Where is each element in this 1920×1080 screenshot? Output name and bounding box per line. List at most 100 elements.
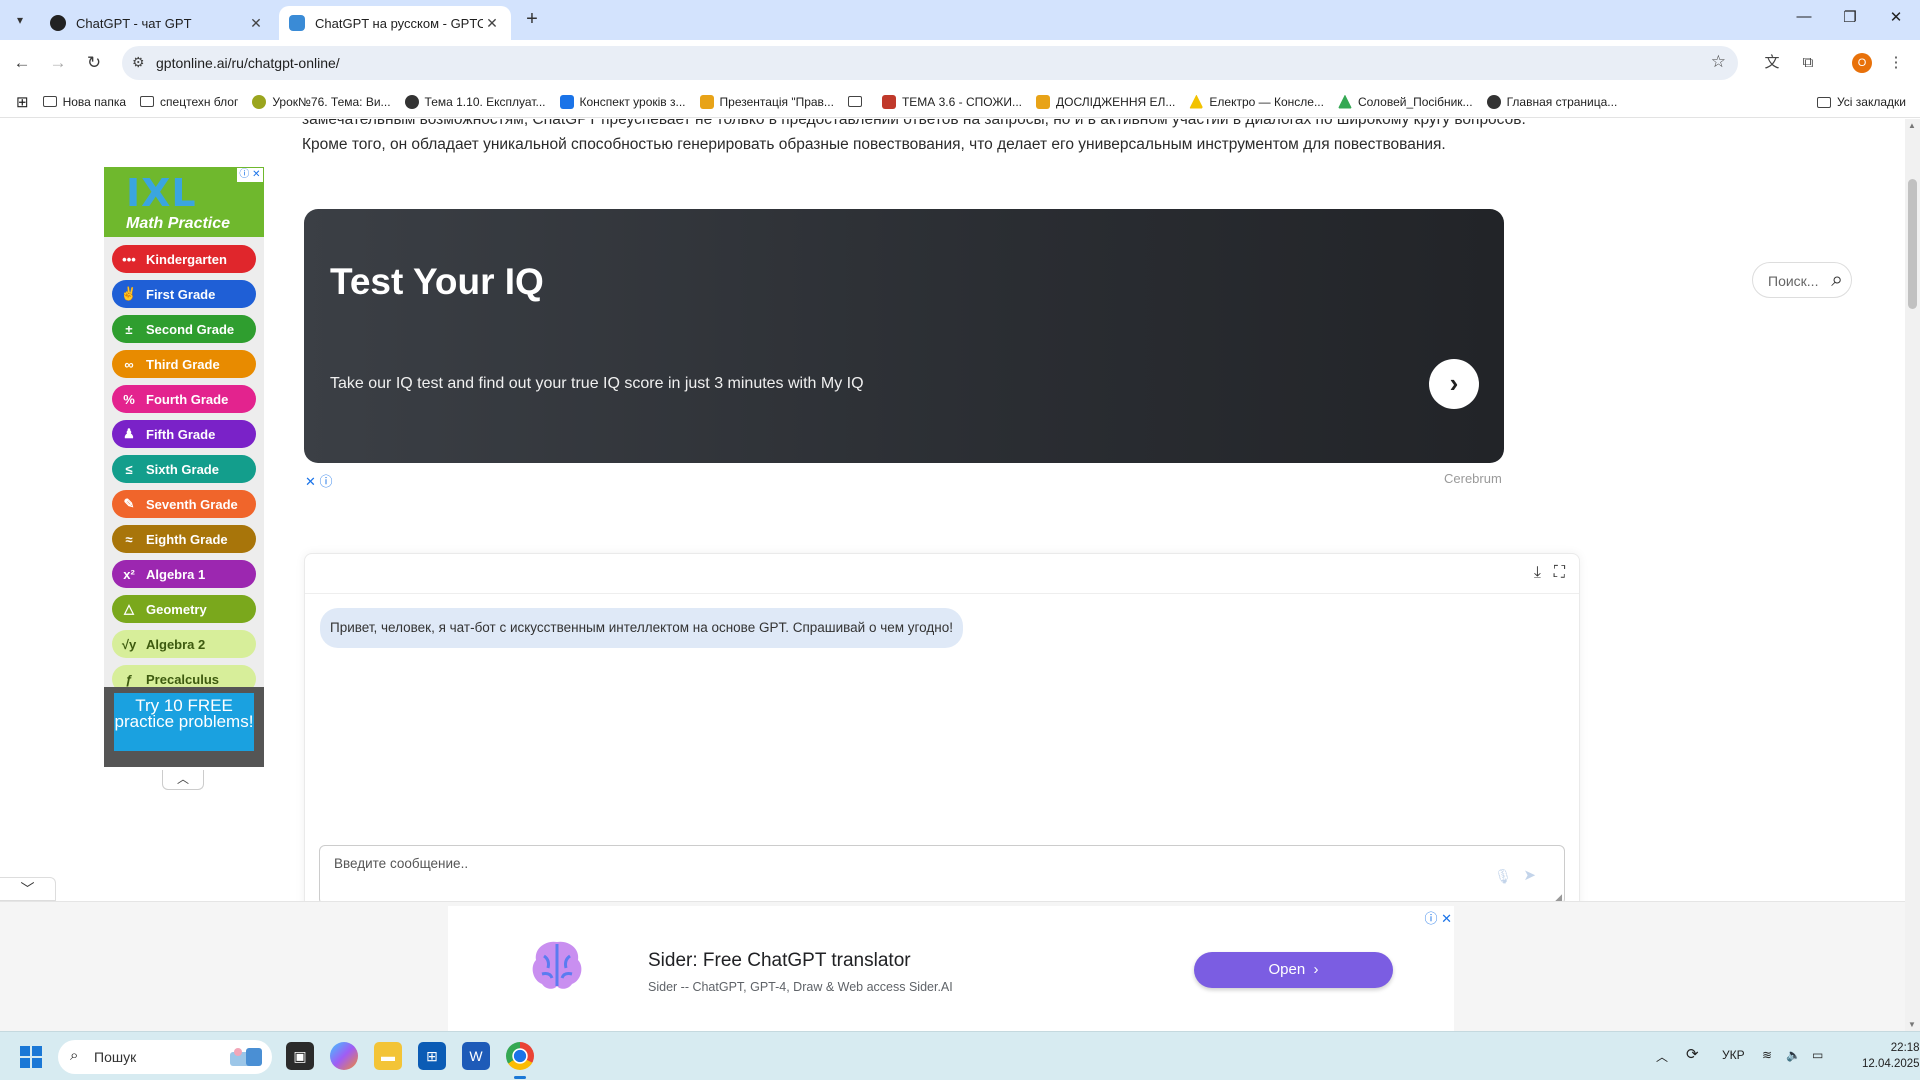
ixl-side-ad[interactable]: IXL Math Practice ⓘ ✕ ••• Kindergarten ✌ F… (104, 167, 264, 767)
less-equal-icon: ≤ (125, 461, 133, 477)
sider-ad[interactable]: Sider: Free ChatGPT translator Sider -- … (448, 906, 1454, 1031)
grade-eighth[interactable]: ≈ Eighth Grade (112, 525, 256, 553)
ad-sponsor[interactable]: Cerebrum (1444, 471, 1502, 486)
bookmark-item[interactable]: спецтехн блог (140, 95, 238, 109)
sync-icon[interactable]: ⟳ (1686, 1045, 1699, 1063)
site-info-icon[interactable]: ⚙ (132, 54, 145, 71)
close-tab-icon[interactable]: ✕ (483, 15, 501, 32)
site-icon (1036, 94, 1051, 109)
grade-third[interactable]: ∞ Third Grade (112, 350, 256, 378)
bookmarks-bar: ⊞ Нова папка спецтехн блог Урок№76. Тема… (0, 86, 1920, 118)
tab-gptonline[interactable]: ChatGPT на русском - GPTOnline ✕ (279, 6, 511, 40)
grade-fourth[interactable]: % Fourth Grade (112, 385, 256, 413)
site-search[interactable]: Поиск... ⌕ (1752, 262, 1852, 298)
tray-overflow-icon[interactable]: ︿ (1656, 1048, 1668, 1065)
bookmark-item[interactable]: ДОСЛІДЖЕННЯ ЕЛ... (1036, 94, 1175, 109)
copilot-icon[interactable] (330, 1042, 358, 1070)
word-icon[interactable]: W (462, 1042, 490, 1070)
iq-ad-subtitle: Take our IQ test and find out your true … (330, 375, 864, 392)
restore-icon[interactable]: ❐ (1830, 8, 1870, 32)
site-icon (404, 94, 419, 109)
page-viewport: замечательным возможностям, ChatGPT преу… (0, 119, 1905, 1031)
ad-close-icon[interactable]: ⓘ ✕ (237, 168, 263, 182)
search-icon[interactable]: ⌕ (1831, 268, 1843, 292)
address-bar[interactable]: ⚙ gptonline.ai/ru/chatgpt-online/ ☆ (122, 46, 1738, 80)
microphone-icon[interactable]: 🎙 (1494, 868, 1512, 885)
all-bookmarks[interactable]: Усі закладки (1816, 95, 1906, 109)
fullscreen-icon[interactable]: ⛶ (1554, 564, 1565, 582)
bookmark-item[interactable]: Главная страница... (1486, 94, 1617, 109)
scroll-thumb[interactable] (1908, 179, 1917, 309)
bookmark-item[interactable]: Урок№76. Тема: Ви... (252, 94, 391, 109)
battery-icon[interactable]: ▭ (1812, 1048, 1823, 1062)
grade-algebra-2[interactable]: √y Algebra 2 (112, 630, 256, 658)
microsoft-store-icon[interactable]: ⊞ (418, 1042, 446, 1070)
ad-close-icon[interactable]: ⓘ ✕ (1424, 908, 1452, 927)
chrome-icon[interactable] (506, 1042, 534, 1079)
adchoices-icon[interactable]: ✕ ⓘ (305, 471, 333, 490)
forward-icon[interactable]: → (46, 51, 70, 75)
system-clock[interactable]: 22:18 12.04.2025 (1862, 1040, 1920, 1072)
page-scrollbar[interactable]: ▲ ▼ (1905, 119, 1920, 1031)
sider-open-button[interactable]: Open › (1194, 952, 1393, 988)
send-icon[interactable]: ➤ (1523, 866, 1536, 884)
tab-search-button[interactable]: ▾ (8, 8, 32, 32)
bookmark-item[interactable]: Конспект уроків з... (559, 94, 686, 109)
tab-chatgpt-chat[interactable]: ChatGPT - чат GPT ✕ (40, 6, 275, 40)
chevron-right-icon[interactable]: › (1429, 359, 1479, 409)
task-view-icon[interactable]: ▣ (286, 1042, 314, 1070)
search-placeholder: Поиск... (1768, 273, 1819, 289)
grade-algebra-1[interactable]: x² Algebra 1 (112, 560, 256, 588)
new-tab-button[interactable]: + (520, 8, 544, 32)
extensions-icon[interactable]: ⧉ (1796, 51, 1820, 75)
profile-avatar[interactable]: O (1852, 53, 1872, 73)
bookmark-item[interactable]: Соловей_Посібник... (1337, 94, 1473, 109)
menu-icon[interactable]: ⋮ (1884, 51, 1908, 75)
taskbar-search[interactable]: ⌕ Пошук (58, 1040, 272, 1074)
translate-icon[interactable]: 文 (1760, 51, 1784, 75)
bookmark-item[interactable]: Презентація "Прав... (699, 94, 834, 109)
chevron-down-icon[interactable]: ﹀ (0, 877, 56, 901)
scroll-down-icon[interactable]: ▼ (1908, 1020, 1916, 1029)
apps-grid-icon[interactable]: ⊞ (16, 93, 29, 111)
windows-start-icon[interactable] (20, 1046, 42, 1068)
close-window-icon[interactable]: ✕ (1876, 8, 1916, 32)
chat-message-input[interactable]: Введите сообщение.. 🎙 ➤ ◢ (319, 845, 1565, 905)
ixl-cta[interactable]: Try 10 FREE practice problems! (104, 687, 264, 767)
url-text[interactable]: gptonline.ai/ru/chatgpt-online/ (156, 55, 340, 71)
bookmark-item[interactable]: Тема 1.10. Експлуат... (404, 94, 546, 109)
minimize-icon[interactable]: — (1784, 8, 1824, 32)
file-explorer-icon[interactable]: ▬ (374, 1042, 402, 1070)
grade-geometry[interactable]: △ Geometry (112, 595, 256, 623)
bookmark-item[interactable]: Електро — Консле... (1189, 94, 1324, 109)
brain-logo-icon (532, 941, 582, 989)
grade-label: Second Grade (146, 321, 235, 337)
bookmark-item[interactable]: ТЕМА 3.6 - СПОЖИ... (881, 94, 1022, 109)
scroll-up-icon[interactable]: ▲ (1908, 121, 1916, 130)
bookmark-label: Конспект уроків з... (579, 94, 686, 109)
download-icon[interactable]: ⤓ (1534, 564, 1541, 582)
grade-fifth[interactable]: ♟ Fifth Grade (112, 420, 256, 448)
close-tab-icon[interactable]: ✕ (247, 15, 265, 32)
bookmark-star-icon[interactable]: ☆ (1711, 52, 1726, 72)
bookmark-item[interactable] (847, 96, 868, 107)
iq-test-ad[interactable]: Test Your IQ Take our IQ test and find o… (304, 209, 1504, 463)
grade-label: Algebra 2 (146, 636, 206, 652)
grade-kindergarten[interactable]: ••• Kindergarten (112, 245, 256, 273)
pencil-icon: ✎ (123, 496, 135, 511)
grade-sixth[interactable]: ≤ Sixth Grade (112, 455, 256, 483)
intro-line: Кроме того, он обладает уникальной спосо… (302, 136, 1446, 153)
back-icon[interactable]: ← (10, 51, 34, 75)
volume-muted-icon[interactable]: 🔈 (1786, 1048, 1801, 1062)
collapse-ad-icon[interactable]: ︿ (162, 770, 204, 790)
grade-seventh[interactable]: ✎ Seventh Grade (112, 490, 256, 518)
browser-toolbar: ← → ↻ ⚙ gptonline.ai/ru/chatgpt-online/ … (0, 40, 1920, 86)
language-indicator[interactable]: УКР (1722, 1048, 1745, 1062)
bookmark-item[interactable]: Нова папка (42, 95, 126, 109)
plus-minus-icon: ± (125, 321, 133, 337)
reload-icon[interactable]: ↻ (82, 51, 106, 75)
site-icon (252, 94, 267, 109)
grade-second[interactable]: ± Second Grade (112, 315, 256, 343)
grade-first[interactable]: ✌ First Grade (112, 280, 256, 308)
wifi-icon[interactable]: ≋ (1762, 1048, 1772, 1062)
